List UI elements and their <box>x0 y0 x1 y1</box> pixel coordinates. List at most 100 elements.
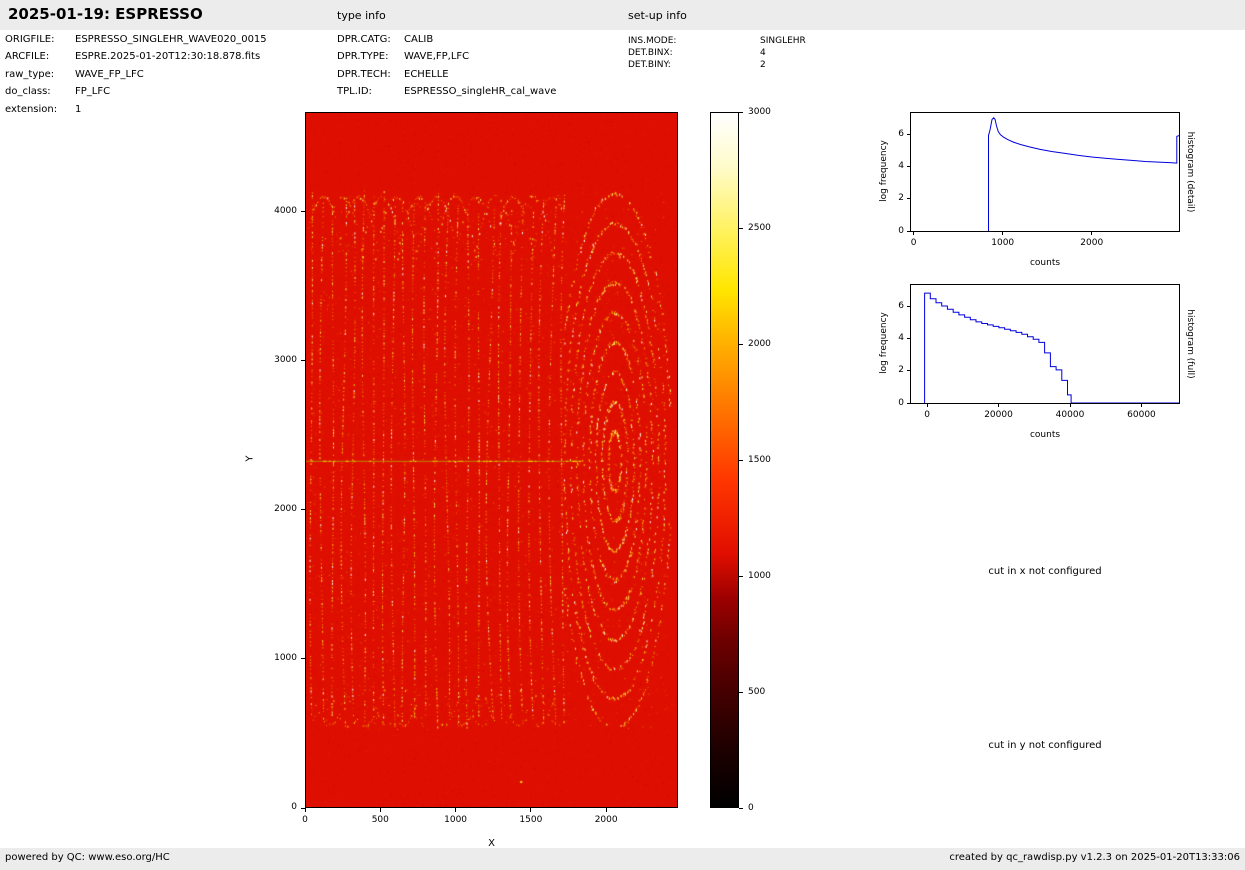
colorbar-tick-label: 1500 <box>748 454 771 465</box>
info-label: extension: <box>5 103 58 115</box>
info-value: SINGLEHR <box>760 36 806 46</box>
type-info-heading: type info <box>337 9 386 22</box>
info-value: 4 <box>760 48 766 58</box>
qc-report-page: 2025-01-19: ESPRESSO type info set-up in… <box>0 0 1245 870</box>
hist-x-tick-mark <box>1069 404 1071 407</box>
info-value: ESPRESSO_singleHR_cal_wave <box>404 86 557 98</box>
info-value: CALIB <box>404 34 434 45</box>
colorbar-tick-mark <box>739 111 743 113</box>
colorbar-tick-label: 0 <box>748 802 754 813</box>
x-tick-label: 0 <box>302 815 308 825</box>
setup-info-heading: set-up info <box>628 9 687 22</box>
y-axis-label: Y <box>244 455 256 462</box>
y-tick-mark <box>301 658 305 660</box>
colorbar-tick-mark <box>739 343 743 345</box>
info-row-dprtech: DPR.TECH: ECHELLE <box>337 69 556 86</box>
colorbar-tick-mark <box>739 807 743 809</box>
hist-x-tick-mark <box>998 404 1000 407</box>
info-label: DET.BINX: <box>628 48 673 58</box>
y-tick-label: 3000 <box>274 354 297 365</box>
info-row-arcfile: ARCFILE: ESPRE.2025-01-20T12:30:18.878.f… <box>5 51 267 68</box>
hist-y-tick-mark <box>907 337 910 339</box>
x-tick-label: 2000 <box>594 815 618 825</box>
x-tick-mark <box>455 808 457 812</box>
histogram-detail-plot <box>910 112 1180 232</box>
info-value: WAVE,FP,LFC <box>404 51 470 63</box>
info-value: WAVE_FP_LFC <box>75 68 144 80</box>
colorbar-tick-mark <box>739 459 743 461</box>
hist-x-axis-label: counts <box>1029 430 1061 440</box>
hist-y-tick-mark <box>907 402 910 404</box>
info-row-dprtype: DPR.TYPE: WAVE,FP,LFC <box>337 51 556 68</box>
histogram-line <box>924 292 1179 403</box>
raw-image-plot <box>305 112 678 808</box>
info-label: do_class: <box>5 86 51 98</box>
hist-right-label: histogram (full) <box>1185 309 1195 379</box>
hist-x-tick-label: 40000 <box>1055 410 1085 420</box>
type-info-block: DPR.CATG: CALIB DPR.TYPE: WAVE,FP,LFC DP… <box>337 34 556 104</box>
hist-y-tick-mark <box>907 230 910 232</box>
info-value: 2 <box>760 60 766 70</box>
x-tick-label: 500 <box>371 815 389 825</box>
info-label: DPR.CATG: <box>337 34 391 45</box>
colorbar-tick-label: 1000 <box>748 570 771 581</box>
x-tick-mark <box>605 808 607 812</box>
hist-y-tick-mark <box>907 198 910 200</box>
page-title: 2025-01-19: ESPRESSO <box>8 5 203 23</box>
hist-x-tick-mark <box>1091 232 1093 235</box>
x-axis-label: X <box>488 838 495 849</box>
info-label: DPR.TECH: <box>337 68 391 80</box>
header-bar: 2025-01-19: ESPRESSO type info set-up in… <box>0 0 1245 30</box>
y-tick-mark <box>301 360 305 362</box>
info-value: ECHELLE <box>404 68 449 80</box>
hist-right-label: histogram (detail) <box>1185 131 1195 213</box>
x-tick-mark <box>304 808 306 812</box>
footer-credit: powered by QC: www.eso.org/HC <box>5 852 170 863</box>
info-row-rawtype: raw_type: WAVE_FP_LFC <box>5 69 267 86</box>
colorbar-tick-mark <box>739 691 743 693</box>
cut-y-note: cut in y not configured <box>988 740 1102 751</box>
hist-x-tick-mark <box>913 232 915 235</box>
colorbar-tick-label: 3000 <box>748 106 771 117</box>
hist-x-tick-mark <box>926 404 928 407</box>
hist-y-axis-label: log frequency <box>879 312 889 374</box>
hist-x-tick-label: 20000 <box>984 410 1013 420</box>
hist-x-axis-label: counts <box>1029 258 1061 268</box>
info-label: raw_type: <box>5 68 55 80</box>
info-value: 1 <box>75 103 82 115</box>
y-tick-label: 2000 <box>274 503 297 514</box>
x-tick-label: 1000 <box>444 815 468 825</box>
colorbar-tick-mark <box>739 227 743 229</box>
footer-created: created by qc_rawdisp.py v1.2.3 on 2025-… <box>949 852 1240 863</box>
cut-x-note: cut in x not configured <box>988 566 1102 577</box>
setup-info-block: INS.MODE: SINGLEHR DET.BINX: 4 DET.BINY:… <box>628 36 806 72</box>
y-tick-mark <box>301 807 305 809</box>
hist-x-tick-label: 2000 <box>1080 238 1104 248</box>
info-row-detbiny: DET.BINY: 2 <box>628 60 806 72</box>
colorbar-tick-label: 2000 <box>748 338 771 349</box>
hist-y-axis-label: log frequency <box>879 140 889 202</box>
hist-x-tick-mark <box>1002 232 1004 235</box>
hist-x-tick-label: 0 <box>910 238 917 248</box>
histogram-line <box>988 117 1179 231</box>
x-tick-mark <box>530 808 532 812</box>
info-value: FP_LFC <box>75 86 111 98</box>
info-row-tplid: TPL.ID: ESPRESSO_singleHR_cal_wave <box>337 86 556 103</box>
info-row-insmode: INS.MODE: SINGLEHR <box>628 36 806 48</box>
hist-y-tick-mark <box>907 133 910 135</box>
info-row-extension: extension: 1 <box>5 104 267 121</box>
info-label: ARCFILE: <box>5 51 50 63</box>
hist-x-tick-mark <box>1140 404 1142 407</box>
info-row-origfile: ORIGFILE: ESPRESSO_SINGLEHR_WAVE020_0015 <box>5 34 267 51</box>
info-label: DPR.TYPE: <box>337 51 389 63</box>
y-tick-mark <box>301 509 305 511</box>
x-tick-mark <box>379 808 381 812</box>
colorbar-tick-mark <box>739 575 743 577</box>
info-value: ESPRE.2025-01-20T12:30:18.878.fits <box>75 51 261 63</box>
x-tick-label: 1500 <box>519 815 543 825</box>
colorbar-tick-label: 500 <box>748 686 766 697</box>
info-row-doclass: do_class: FP_LFC <box>5 86 267 103</box>
histogram-full-plot <box>910 284 1180 404</box>
hist-x-tick-label: 60000 <box>1127 410 1156 420</box>
info-label: TPL.ID: <box>337 86 372 98</box>
